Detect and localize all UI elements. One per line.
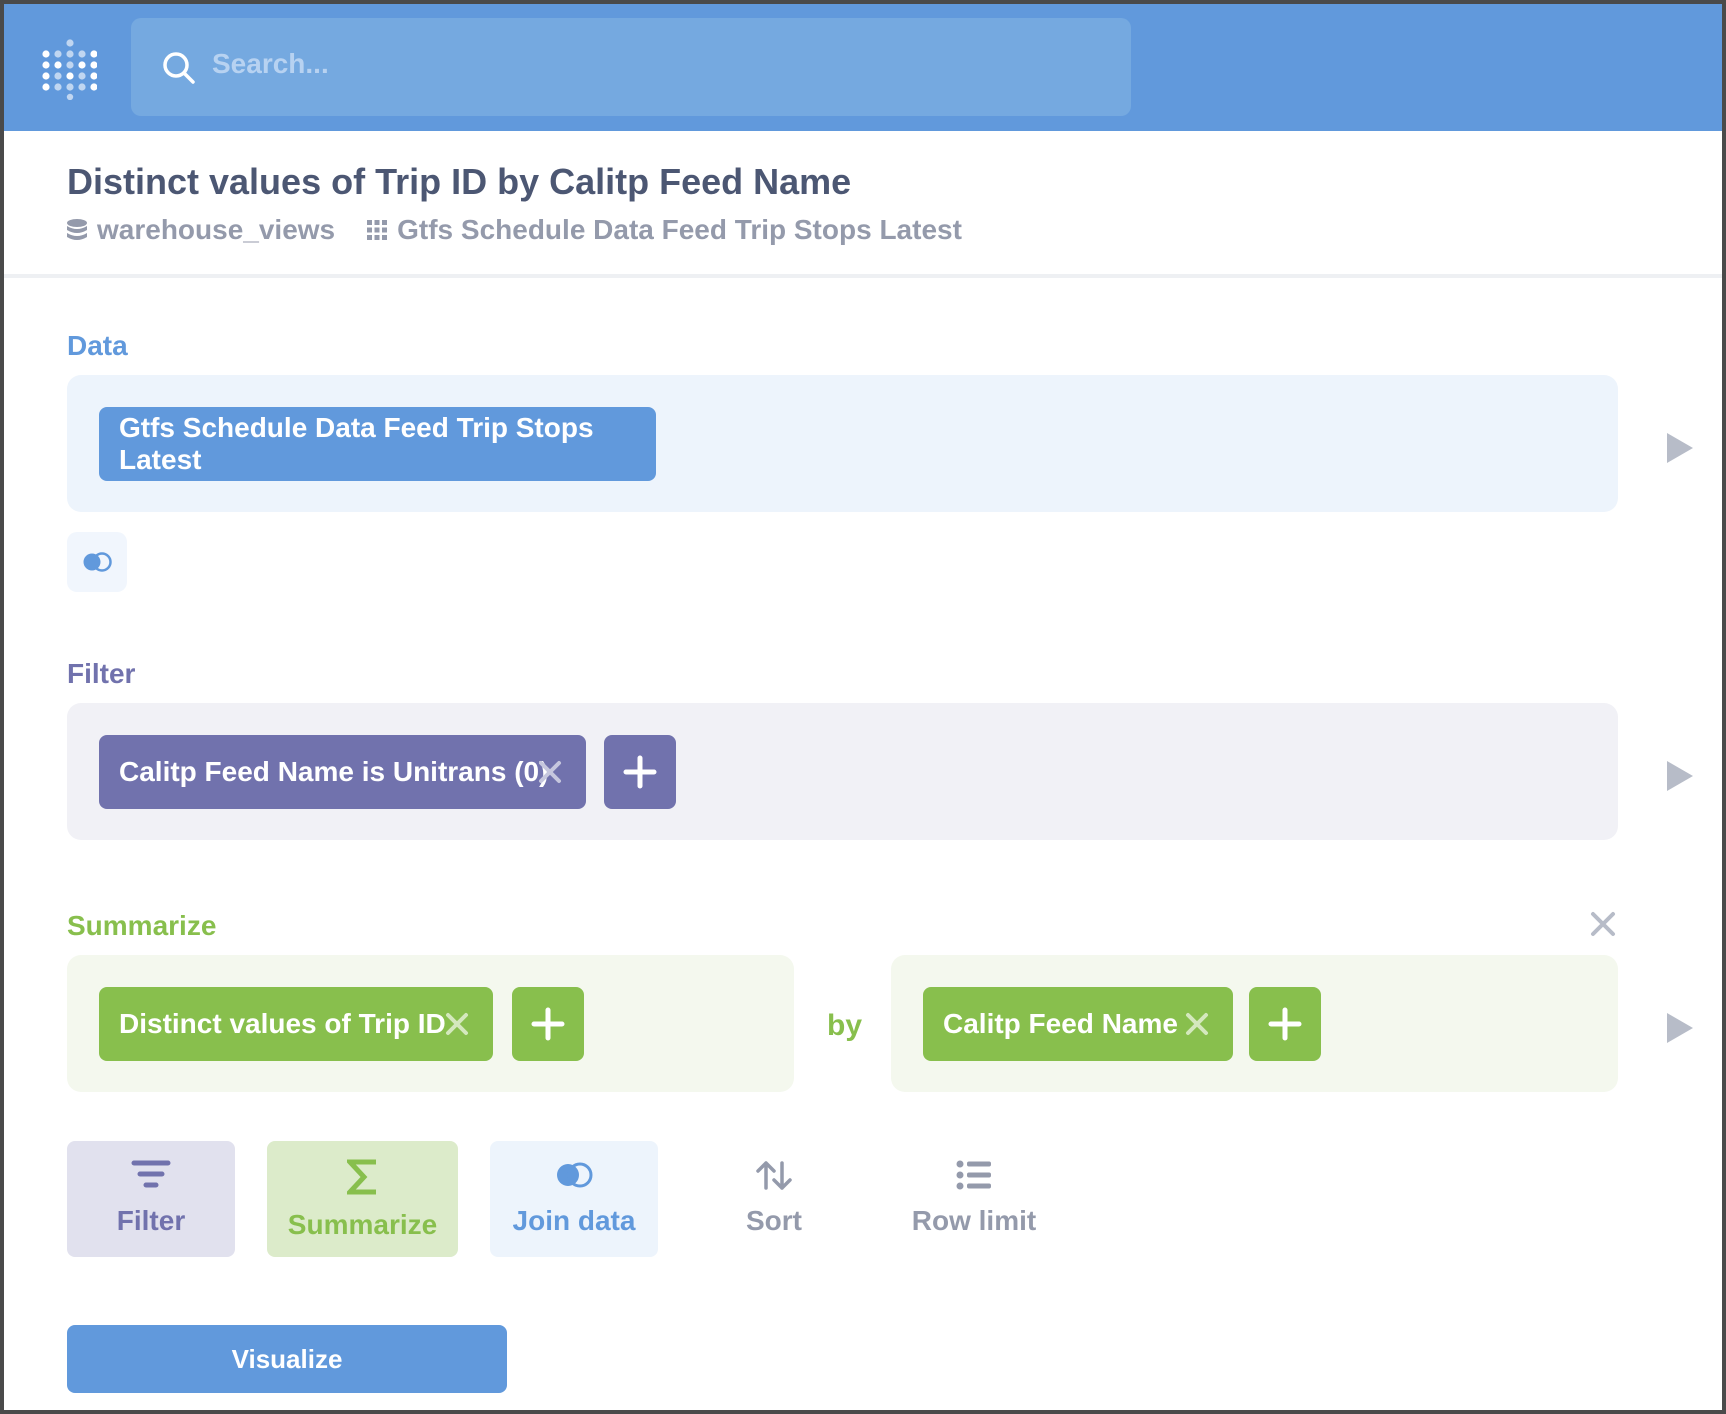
plus-icon: [623, 755, 657, 789]
breadcrumb-table[interactable]: Gtfs Schedule Data Feed Trip Stops Lates…: [367, 214, 962, 246]
app-window: Search... Distinct values of Trip ID by …: [4, 4, 1722, 1410]
by-label: by: [827, 1009, 863, 1042]
search-icon: [163, 52, 195, 84]
sigma-icon: [346, 1159, 376, 1195]
header-divider: [4, 274, 1722, 278]
filter-preview-arrow-icon[interactable]: [1665, 759, 1695, 793]
data-preview-arrow-icon[interactable]: [1665, 431, 1695, 465]
data-source-label: Gtfs Schedule Data Feed Trip Stops Lates…: [119, 412, 594, 475]
metabase-logo-icon[interactable]: [41, 34, 97, 100]
sort-action-label: Sort: [746, 1205, 802, 1236]
metric-pill-label: Distinct values of Trip ID: [119, 1008, 446, 1039]
join-icon: [557, 1162, 593, 1188]
data-step-panel: Gtfs Schedule Data Feed Trip Stops Lates…: [67, 375, 1618, 512]
table-grid-icon: [367, 220, 388, 240]
plus-icon: [1268, 1007, 1302, 1041]
search-placeholder[interactable]: Search...: [212, 48, 329, 80]
breadcrumb-database-label: warehouse_views: [97, 214, 336, 245]
plus-icon: [531, 1007, 565, 1041]
database-icon: [67, 219, 87, 240]
filter-step-panel: Calitp Feed Name is Unitrans (0): [67, 703, 1618, 840]
remove-summarize-step-icon[interactable]: [1589, 910, 1617, 938]
summarize-action-label: Summarize: [287, 1209, 438, 1240]
top-nav-bar: Search...: [4, 4, 1722, 131]
filter-action-label: Filter: [116, 1205, 186, 1236]
remove-filter-icon[interactable]: [536, 758, 564, 786]
remove-metric-icon[interactable]: [443, 1010, 471, 1038]
breakout-pill[interactable]: Calitp Feed Name: [923, 987, 1233, 1061]
join-icon: [83, 552, 112, 572]
summarize-section-label: Summarize: [67, 910, 217, 941]
question-title: Distinct values of Trip ID by Calitp Fee…: [67, 161, 852, 202]
filter-section-label: Filter: [67, 658, 136, 689]
summarize-metrics-panel: Distinct values of Trip ID: [67, 955, 794, 1092]
breadcrumb-database[interactable]: warehouse_views: [67, 214, 335, 246]
breadcrumb: warehouse_views Gtfs Schedule Data Feed …: [67, 212, 962, 248]
add-filter-button[interactable]: [604, 735, 676, 809]
visualize-button[interactable]: Visualize: [67, 1325, 507, 1393]
list-icon: [956, 1160, 991, 1190]
join-step-button[interactable]: [67, 532, 127, 592]
data-source-pill[interactable]: Gtfs Schedule Data Feed Trip Stops Lates…: [99, 407, 656, 481]
filter-pill[interactable]: Calitp Feed Name is Unitrans (0): [99, 735, 586, 809]
sort-icon: [756, 1161, 792, 1190]
summarize-preview-arrow-icon[interactable]: [1665, 1011, 1695, 1045]
summarize-action-button[interactable]: Summarize: [267, 1141, 458, 1257]
remove-breakout-icon[interactable]: [1183, 1010, 1211, 1038]
metric-pill[interactable]: Distinct values of Trip ID: [99, 987, 493, 1061]
search-bar[interactable]: Search...: [131, 18, 1131, 116]
add-breakout-button[interactable]: [1249, 987, 1321, 1061]
breadcrumb-table-label: Gtfs Schedule Data Feed Trip Stops Lates…: [397, 214, 962, 245]
data-section-label: Data: [67, 330, 128, 361]
filter-pill-label: Calitp Feed Name is Unitrans (0): [119, 756, 549, 787]
row-limit-action-label: Row limit: [911, 1205, 1037, 1236]
row-limit-action-button[interactable]: Row limit: [890, 1141, 1058, 1257]
join-data-action-button[interactable]: Join data: [490, 1141, 658, 1257]
add-metric-button[interactable]: [512, 987, 584, 1061]
summarize-breakouts-panel: Calitp Feed Name: [891, 955, 1618, 1092]
breakout-pill-label: Calitp Feed Name: [943, 1008, 1178, 1039]
filter-action-button[interactable]: Filter: [67, 1141, 235, 1257]
join-data-action-label: Join data: [512, 1205, 636, 1236]
filter-icon: [131, 1160, 171, 1188]
sort-action-button[interactable]: Sort: [690, 1141, 858, 1257]
